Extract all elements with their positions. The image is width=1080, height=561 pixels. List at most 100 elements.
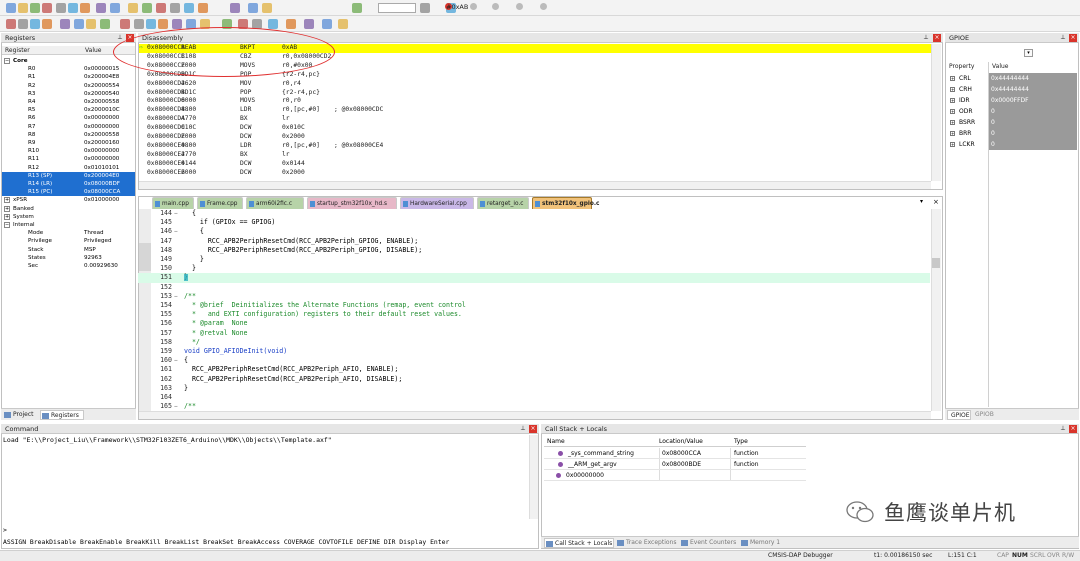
code-line[interactable]: 150 }	[138, 264, 930, 273]
tab-gpiob[interactable]: GPIOB	[972, 410, 996, 420]
register-group[interactable]: − Internal	[2, 221, 135, 229]
register-row[interactable]: Sec 0.00929630	[2, 262, 135, 270]
toolbar-icon[interactable]	[120, 19, 130, 29]
toolbar-icon[interactable]	[6, 3, 16, 13]
register-group[interactable]: + System	[2, 213, 135, 221]
disassembly-line[interactable]: 0x08000CD2 4620 MOV r0,r4	[139, 80, 931, 89]
expand-toggle-icon[interactable]: +	[950, 87, 955, 92]
gpio-row[interactable]: + BRR 0	[946, 128, 1077, 139]
code-line[interactable]: 161 RCC_APB2PeriphResetCmd(RCC_APB2Perip…	[138, 365, 930, 374]
command-prompt[interactable]: >	[3, 526, 7, 535]
editor-tab[interactable]: stm32f10x_gpio.c	[532, 197, 599, 209]
toolbar-icon[interactable]	[338, 19, 348, 29]
toolbar-icon[interactable]	[286, 19, 296, 29]
command-scrollbar[interactable]	[529, 435, 538, 519]
close-icon[interactable]: ×	[1069, 425, 1077, 433]
gpio-row[interactable]: + ODR 0	[946, 106, 1077, 117]
toolbar-icon[interactable]	[30, 19, 40, 29]
register-group[interactable]: − Core	[2, 57, 135, 65]
register-row[interactable]: R11 0x00000000	[2, 155, 135, 163]
register-row[interactable]: R13 (SP) 0x200004E0	[2, 171, 135, 180]
editor-hscroll[interactable]	[139, 411, 931, 419]
code-line[interactable]: 156 * @param None	[138, 319, 930, 328]
toolbar-icon[interactable]	[230, 3, 240, 13]
code-line[interactable]: 165−/**	[138, 402, 930, 411]
editor-tab[interactable]: HardwareSerial.cpp	[400, 197, 474, 209]
toolbar-icon[interactable]	[158, 19, 168, 29]
close-icon[interactable]: ×	[933, 34, 941, 42]
register-row[interactable]: Privilege Privileged	[2, 237, 135, 245]
code-line[interactable]: 147 RCC_APB2PeriphResetCmd(RCC_APB2Perip…	[138, 237, 930, 246]
editor-tab[interactable]: startup_stm32f10x_hd.s	[307, 197, 397, 209]
callstack-tab[interactable]: Event Counters	[680, 538, 738, 548]
tab-registers[interactable]: Registers	[40, 410, 84, 420]
toolbar-icon[interactable]	[420, 3, 430, 13]
disassembly-line[interactable]: 0x08000CD8 4800 LDR r0,[pc,#0] ; @0x08000CDC	[139, 106, 931, 115]
toolbar-icon[interactable]	[142, 3, 152, 13]
callstack-tab[interactable]: Memory 1	[740, 538, 784, 548]
disassembly-line[interactable]: 0x08000CDE 2000 DCW 0x2000	[139, 133, 931, 142]
toolbar-icon[interactable]	[100, 19, 110, 29]
disassembly-line[interactable]: 0x08000CDC 010C DCW 0x010C	[139, 124, 931, 133]
toolbar-icon[interactable]	[248, 3, 258, 13]
editor-tab[interactable]: arm60i2fic.c	[246, 197, 304, 209]
disassembly-line[interactable]: 0x08000CD4 BD1C POP {r2-r4,pc}	[139, 89, 931, 98]
callstack-tab[interactable]: Call Stack + Locals	[544, 538, 614, 548]
register-row[interactable]: R7 0x00000000	[2, 123, 135, 131]
toolbar-icon[interactable]	[110, 3, 120, 13]
editor-close-icon[interactable]: ×	[933, 198, 939, 206]
gpio-row[interactable]: + IDR 0x0000FFDF	[946, 95, 1077, 106]
toolbar-icon[interactable]	[262, 3, 272, 13]
register-row[interactable]: R9 0x20000160	[2, 139, 135, 147]
register-group[interactable]: + xPSR 0x01000000	[2, 196, 135, 204]
toolbar-icon[interactable]	[60, 19, 70, 29]
disassembly-line[interactable]: 0x08000CE4 0144 DCW 0x0144	[139, 160, 931, 169]
code-line[interactable]: 162 RCC_APB2PeriphResetCmd(RCC_APB2Perip…	[138, 375, 930, 384]
callstack-row[interactable]: __ARM_get_argv 0x08000BDE function	[544, 459, 806, 470]
editor-scrollbar[interactable]	[931, 209, 941, 411]
toolbar-icon[interactable]	[80, 3, 90, 13]
toolbar-icon[interactable]	[184, 3, 194, 13]
disassembly-line[interactable]: 0x08000CE2 4770 BX lr	[139, 151, 931, 160]
gpio-row[interactable]: + CRH 0x44444444	[946, 84, 1077, 95]
toolbar-icon[interactable]	[268, 19, 278, 29]
code-line[interactable]: 145 if (GPIOx == GPIOG)	[138, 218, 930, 227]
callstack-row[interactable]: 0x00000000	[544, 470, 806, 481]
toolbar-icon[interactable]	[30, 3, 40, 13]
editor-tab[interactable]: main.cpp	[152, 197, 194, 209]
register-row[interactable]: R6 0x00000000	[2, 114, 135, 122]
pin-icon[interactable]: ⊥	[922, 34, 930, 42]
debug-icon[interactable]	[516, 3, 523, 10]
fold-toggle-icon[interactable]: −	[174, 292, 182, 301]
toolbar-icon[interactable]	[172, 19, 182, 29]
toolbar-icon[interactable]	[56, 3, 66, 13]
code-line[interactable]: 163}	[138, 384, 930, 393]
gpio-row[interactable]: + LCKR 0	[946, 139, 1077, 150]
code-line[interactable]: 151}	[138, 273, 930, 283]
register-row[interactable]: R15 (PC) 0x08000CCA	[2, 188, 135, 197]
code-line[interactable]: 144− {	[138, 209, 930, 218]
code-line[interactable]: 152	[138, 283, 930, 292]
gpio-dropdown[interactable]: ▾	[1024, 49, 1033, 57]
close-icon[interactable]: ×	[529, 425, 537, 433]
toolbar-icon[interactable]	[146, 19, 156, 29]
disassembly-line[interactable]: 0x08000CDA 4770 BX lr	[139, 115, 931, 124]
code-line[interactable]: 154 * @brief Deinitializes the Alternate…	[138, 301, 930, 310]
register-row[interactable]: R10 0x00000000	[2, 147, 135, 155]
expand-toggle-icon[interactable]: +	[950, 76, 955, 81]
toolbar-icon[interactable]	[86, 19, 96, 29]
register-row[interactable]: R12 0x01010101	[2, 164, 135, 172]
code-line[interactable]: 157 * @retval None	[138, 329, 930, 338]
expand-toggle-icon[interactable]: +	[950, 120, 955, 125]
expand-toggle-icon[interactable]: +	[4, 213, 10, 220]
editor-tab[interactable]: Frame.cpp	[197, 197, 243, 209]
disassembly-line[interactable]: 0x08000CE6 2000 DCW 0x2000	[139, 169, 931, 178]
address-input[interactable]: #0xAB	[446, 2, 506, 13]
register-row[interactable]: R14 (LR) 0x08000BDF	[2, 180, 135, 189]
pin-icon[interactable]: ⊥	[1059, 34, 1067, 42]
pin-icon[interactable]: ⊥	[1059, 425, 1067, 433]
register-group[interactable]: + Banked	[2, 205, 135, 213]
tab-project[interactable]: Project	[3, 410, 37, 420]
callstack-row[interactable]: _sys_command_string 0x08000CCA function	[544, 448, 806, 459]
toolbar-icon[interactable]	[304, 19, 314, 29]
